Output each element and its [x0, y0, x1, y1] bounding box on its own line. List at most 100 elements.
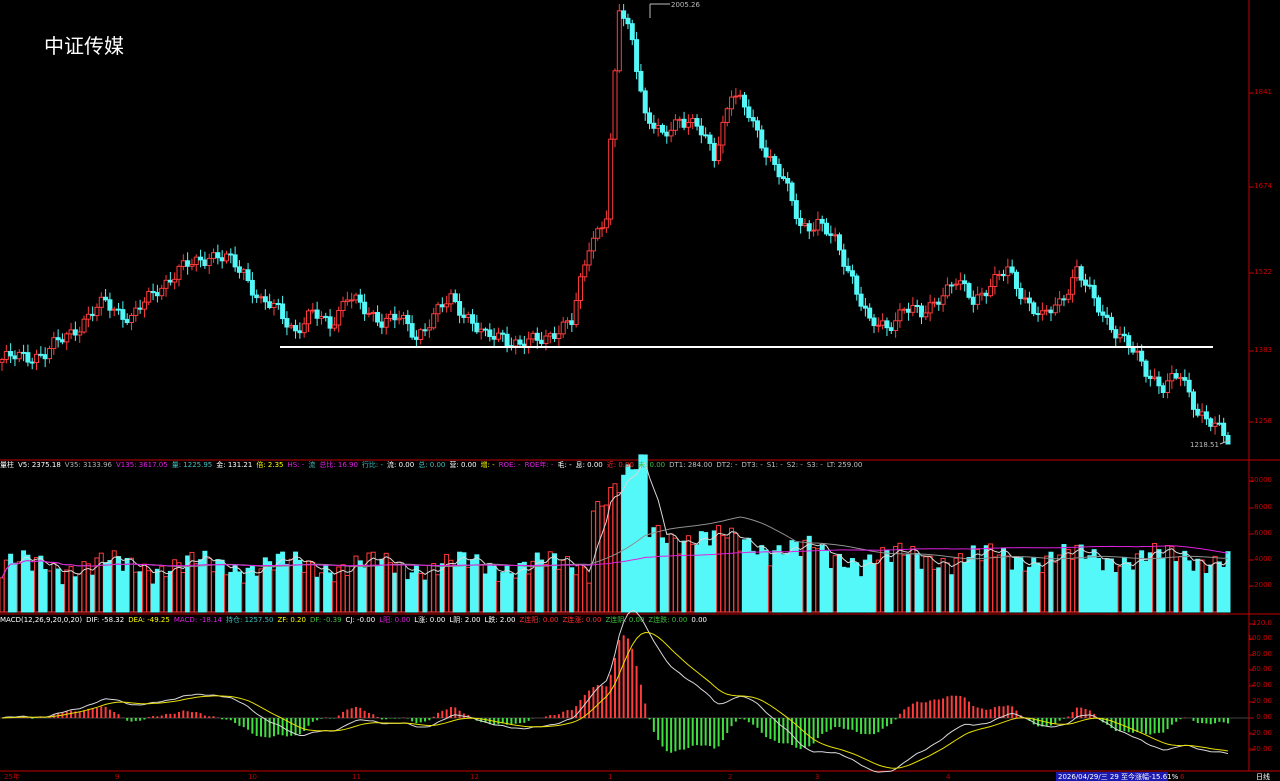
volume-bar — [884, 549, 890, 613]
candle-body — [68, 329, 74, 335]
candle-body — [280, 303, 286, 320]
candle-body — [1083, 279, 1089, 286]
candle-body — [854, 275, 860, 295]
candle-body — [38, 353, 44, 356]
candle-body — [418, 329, 424, 340]
candle-body — [1147, 375, 1153, 379]
candle-body — [975, 294, 981, 305]
volume-bar — [500, 572, 506, 613]
volume-bar — [910, 546, 916, 613]
high-label: 2005.26 — [671, 1, 700, 9]
volume-bar — [336, 566, 342, 613]
volume-bar — [1186, 560, 1192, 613]
volume-bar — [474, 554, 480, 613]
volume-bar — [1113, 571, 1119, 613]
volume-bar — [383, 552, 389, 613]
candle-body — [763, 147, 769, 158]
candle-body — [940, 295, 946, 305]
candle-body — [159, 287, 165, 297]
candle-body — [141, 301, 147, 310]
volume-bar — [301, 571, 307, 613]
candle-body — [789, 182, 795, 202]
volume-indicator-value: ROE年: - — [524, 461, 554, 469]
volume-bar — [215, 559, 221, 613]
volume-bar — [280, 551, 286, 613]
candle-body — [1057, 298, 1063, 306]
volume-bar — [819, 544, 825, 613]
candle-body — [1065, 293, 1071, 300]
volume-bar — [141, 563, 147, 613]
volume-bar — [992, 556, 998, 613]
volume-bar — [34, 557, 40, 613]
candle-body — [979, 292, 985, 296]
candle-body — [1121, 333, 1127, 337]
volume-bar — [12, 562, 18, 613]
candle-body — [573, 300, 579, 326]
volume-bar — [29, 570, 35, 613]
volume-bar — [198, 559, 204, 613]
price-tick: 1383 — [1254, 346, 1272, 354]
candle-body — [897, 309, 903, 322]
volume-bar — [1130, 569, 1136, 613]
volume-tick: 6000 — [1254, 529, 1272, 537]
candle-body — [405, 314, 411, 325]
candle-body — [400, 314, 406, 319]
candle-body — [612, 70, 618, 140]
volume-bar — [577, 564, 583, 613]
candle-body — [724, 108, 730, 123]
volume-bar — [936, 567, 942, 613]
kline-chart[interactable]: 2005.261218.5125年91011121234562026/04/29… — [0, 0, 1280, 781]
volume-bar — [448, 559, 454, 613]
volume-indicator-value: DT1: 284.00 — [669, 461, 713, 469]
volume-bar — [418, 572, 424, 613]
month-label: 9 — [115, 773, 119, 781]
volume-bar — [470, 559, 476, 613]
candle-body — [703, 134, 709, 137]
volume-bar — [297, 559, 303, 613]
candle-body — [206, 257, 212, 267]
candle-body — [150, 291, 156, 294]
index-title: 中证传媒 — [44, 34, 124, 58]
candle-body — [880, 320, 886, 326]
candle-body — [1143, 360, 1149, 377]
candle-body — [543, 335, 549, 344]
volume-bar — [677, 553, 683, 613]
candle-body — [375, 312, 381, 323]
volume-bar — [642, 454, 648, 613]
month-label: 10 — [248, 773, 257, 781]
candle-body — [927, 302, 933, 314]
candle-body — [457, 301, 463, 316]
volume-bar — [750, 550, 756, 613]
candle-body — [910, 304, 916, 313]
candle-body — [888, 327, 894, 332]
volume-bar — [413, 565, 419, 613]
volume-bar — [655, 524, 661, 613]
candle-body — [923, 312, 929, 318]
volume-bar — [1074, 544, 1080, 613]
candle-body — [219, 257, 225, 262]
volume-bar — [25, 554, 31, 613]
volume-bar — [1221, 566, 1227, 613]
volume-bar — [327, 572, 333, 613]
volume-bar — [396, 561, 402, 613]
candle-body — [495, 332, 501, 340]
volume-bar — [241, 582, 247, 613]
price-tick: 1841 — [1254, 88, 1272, 96]
candle-body — [448, 293, 454, 305]
candle-body — [396, 317, 402, 321]
volume-bar — [1117, 565, 1123, 613]
volume-bar — [811, 547, 817, 613]
candle-body — [893, 320, 899, 332]
candle-body — [638, 70, 644, 92]
candle-body — [988, 285, 994, 297]
candle-body — [409, 323, 415, 338]
volume-indicator-value: 倍: 2.35 — [256, 461, 284, 469]
volume-bar — [38, 555, 44, 613]
macd-indicator-value: MACD: -18.14 — [173, 616, 222, 624]
volume-bar — [733, 532, 739, 613]
candle-body — [1216, 422, 1222, 425]
volume-bar — [841, 566, 847, 613]
candle-body — [1005, 266, 1011, 277]
candle-body — [534, 332, 540, 341]
volume-indicator-value: 总: 0.00 — [418, 461, 446, 469]
